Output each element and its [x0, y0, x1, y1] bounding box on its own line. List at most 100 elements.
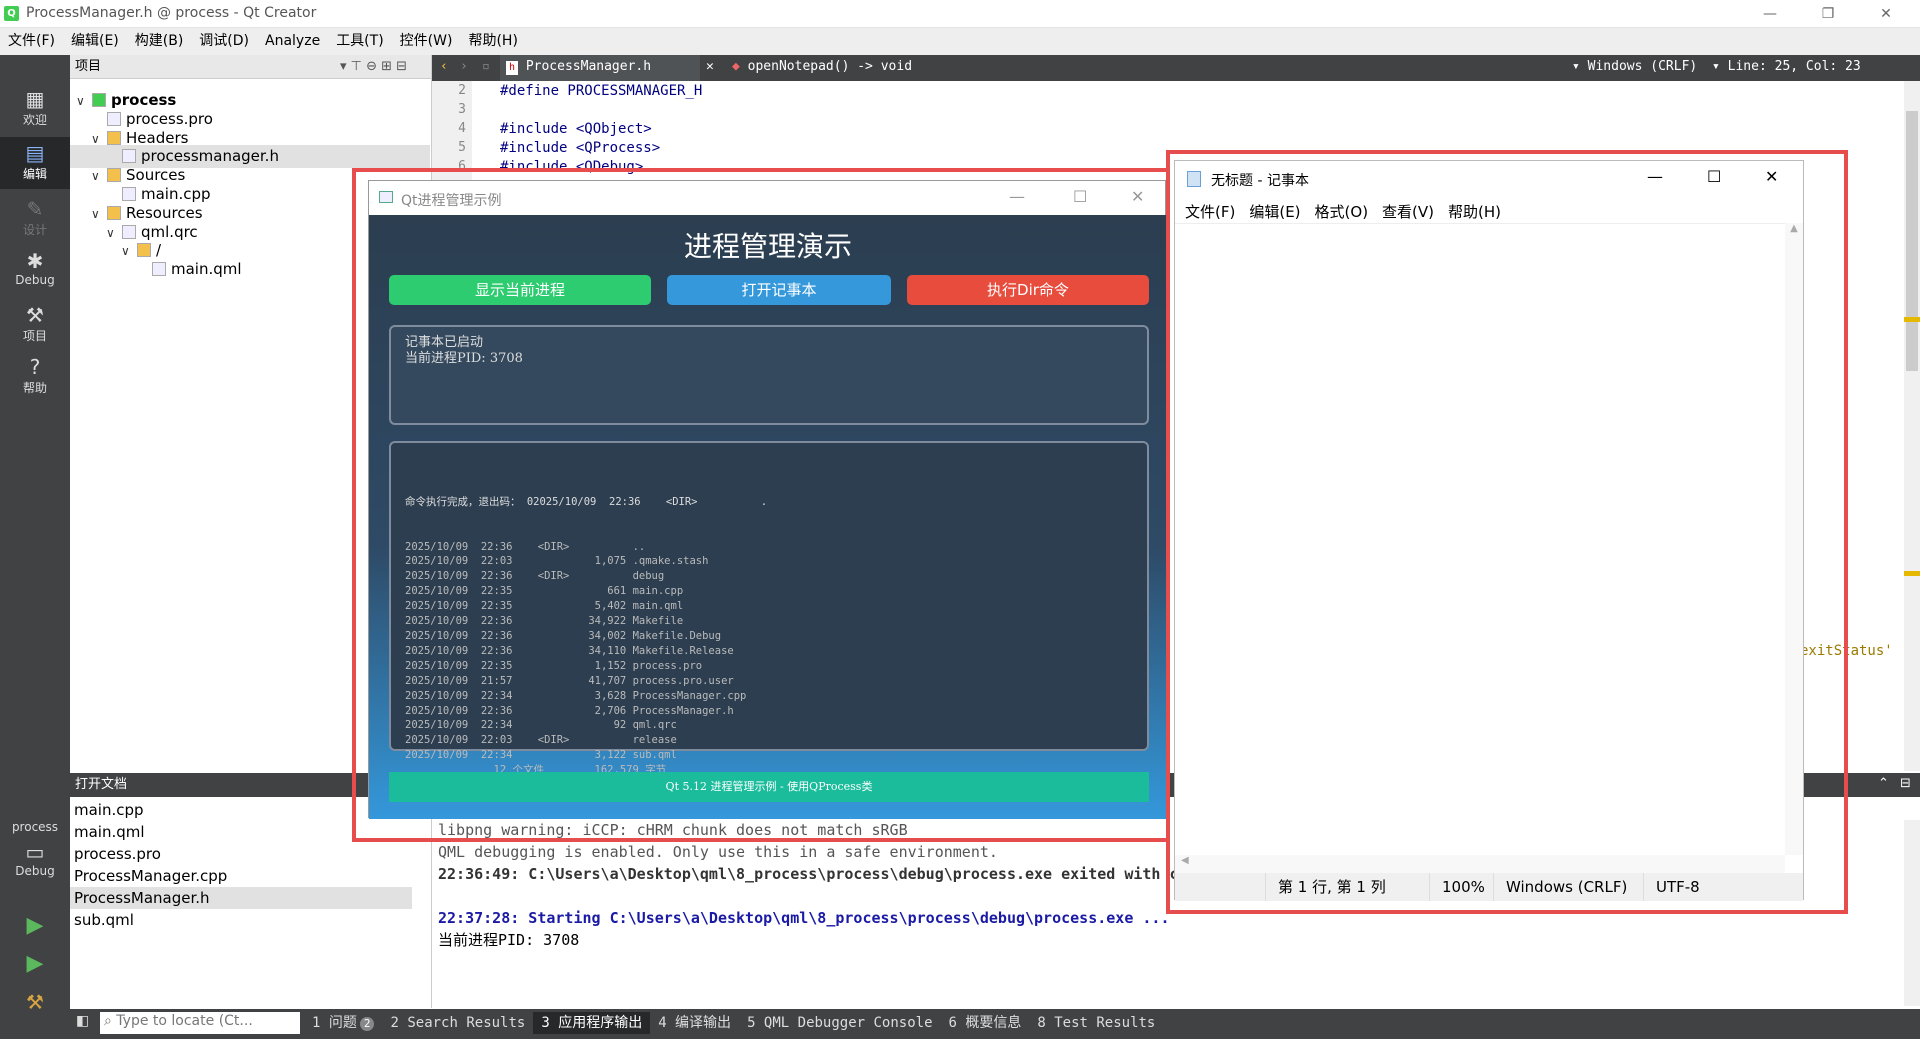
command-output-line: 2025/10/09 22:35 5,402 main.qml [405, 600, 684, 613]
cursor-line-col: 第 1 行, 第 1 列 [1265, 873, 1429, 901]
play-icon: ▶ [26, 913, 44, 938]
menu-tools[interactable]: 工具(T) [328, 28, 391, 55]
qt-app-footer: Qt 5.12 进程管理示例 - 使用QProcess类 [389, 772, 1149, 802]
pro-file-icon [107, 111, 121, 126]
output-tab[interactable]: 2 Search Results [382, 1012, 533, 1034]
project-pane-header: 项目 ▾ ⊤ ⊖ ⊞ ⊟ [70, 55, 431, 79]
function-selector[interactable]: ◆ openNotepad() -> void [732, 59, 912, 74]
close-button[interactable]: ✕ [1862, 0, 1910, 28]
scroll-thumb[interactable] [1906, 111, 1918, 371]
qt-creator-logo-icon: Q [4, 6, 19, 21]
notepad-window: 无标题 - 记事本 — ☐ ✕ 文件(F) 编辑(E) 格式(O) 查看(V) 帮助(H… [1174, 160, 1804, 901]
line-number: 3 [458, 102, 466, 117]
qt-app-maximize-button[interactable]: ☐ [1073, 187, 1087, 206]
mode-design[interactable]: ✎ 设计 [0, 197, 70, 247]
open-doc-item[interactable]: ProcessManager.h [70, 887, 412, 909]
command-output-line: 2025/10/09 22:36 <DIR> debug [405, 570, 665, 583]
open-doc-item[interactable]: sub.qml [70, 909, 431, 931]
file-tab[interactable]: h ProcessManager.h [500, 55, 700, 81]
kit-name: process [11, 820, 59, 834]
qt-project-icon [92, 93, 106, 107]
menu-file[interactable]: 文件(F) [0, 28, 63, 55]
maximize-output-icon[interactable]: ⌃ [1878, 776, 1889, 791]
output-tab[interactable]: 8 Test Results [1029, 1012, 1163, 1034]
mode-bar: ▦ 欢迎 ▤ 编辑 ✎ 设计 ✱ Debug ⚒ 项目 ? 帮助 process ▭ Debu… [0, 55, 70, 1014]
nav-forward-icon[interactable]: › [460, 59, 468, 74]
output-tab[interactable]: 3 应用程序输出 [533, 1012, 651, 1034]
command-output-line: 2025/10/09 22:36 34,922 Makefile [405, 615, 684, 628]
debug-run-button[interactable]: ▶ [0, 951, 70, 985]
notepad-menu-format[interactable]: 格式(O) [1315, 201, 1369, 222]
open-doc-item[interactable]: ProcessManager.cpp [70, 865, 431, 887]
toggle-sidebar-icon[interactable]: ◧ [76, 1013, 89, 1029]
qt-app-titlebar: Qt进程管理示例 — ☐ ✕ [369, 181, 1165, 215]
locate-input[interactable]: ⌕ Type to locate (Ct... [100, 1012, 300, 1034]
tree-item-label: / [156, 241, 162, 260]
notepad-text-area[interactable] [1175, 223, 1785, 855]
notepad-close-button[interactable]: ✕ [1765, 167, 1778, 186]
code-line: #define PROCESSMANAGER_H [500, 83, 703, 99]
notepad-menu-file[interactable]: 文件(F) [1185, 201, 1235, 222]
run-dir-button[interactable]: 执行Dir命令 [907, 275, 1149, 305]
menu-help[interactable]: 帮助(H) [460, 28, 525, 55]
folder-icon [107, 205, 121, 220]
output-tabs: 1 问题 2 2 Search Results 3 应用程序输出 4 编译输出 5 QML… [304, 1012, 1163, 1034]
notepad-menu-edit[interactable]: 编辑(E) [1249, 201, 1300, 222]
mode-help[interactable]: ? 帮助 [0, 355, 70, 405]
status-text-area: 记事本已启动 当前进程PID: 3708 [389, 325, 1149, 425]
restore-button[interactable]: ❐ [1804, 0, 1852, 28]
folder-icon [137, 243, 151, 258]
code-line: #include <QObject> [500, 121, 652, 137]
mode-welcome[interactable]: ▦ 欢迎 [0, 87, 70, 137]
output-tab[interactable]: 6 概要信息 [941, 1012, 1030, 1034]
command-output-line: 2025/10/09 22:34 3,628 ProcessManager.cp… [405, 689, 747, 702]
run-button[interactable]: ▶ [0, 913, 70, 947]
command-output-line: 2025/10/09 22:36 34,002 Makefile.Debug [405, 629, 722, 642]
notepad-minimize-button[interactable]: — [1647, 167, 1663, 186]
function-icon: ◆ [732, 59, 740, 74]
code-editor[interactable]: #define PROCESSMANAGER_H #include <QObjec… [500, 82, 1160, 178]
open-doc-item[interactable]: process.pro [70, 843, 431, 865]
notepad-menu-view[interactable]: 查看(V) [1382, 201, 1434, 222]
editor-scrollbar[interactable] [1904, 81, 1920, 771]
mode-debug[interactable]: ✱ Debug [0, 249, 70, 299]
qt-app-heading: 进程管理演示 [683, 230, 852, 263]
menu-edit[interactable]: 编辑(E) [63, 28, 127, 55]
output-tab[interactable]: 5 QML Debugger Console [739, 1012, 940, 1034]
mode-edit[interactable]: ▤ 编辑 [0, 137, 70, 189]
pencil-icon: ✎ [26, 197, 44, 221]
menu-analyze[interactable]: Analyze [257, 28, 328, 55]
qt-app-title: Qt进程管理示例 [401, 193, 502, 209]
menu-controls[interactable]: 控件(W) [392, 28, 461, 55]
kit-selector[interactable]: ▭ Debug [0, 840, 70, 890]
filter-icon[interactable]: ▾ ⊤ ⊖ ⊞ ⊟ [340, 55, 407, 79]
qrc-file-icon [122, 224, 136, 239]
close-document-icon[interactable]: ✕ [706, 59, 714, 74]
mode-projects[interactable]: ⚒ 项目 [0, 303, 70, 353]
notepad-maximize-button[interactable]: ☐ [1707, 167, 1721, 186]
output-tab[interactable]: 1 问题 2 [304, 1012, 382, 1034]
cursor-position[interactable]: ▾ Line: 25, Col: 23 [1712, 59, 1861, 74]
encoding-selector[interactable]: ▾ Windows (CRLF) [1572, 59, 1697, 74]
notepad-vscrollbar[interactable]: ▲ [1785, 223, 1803, 855]
tree-item-label: Sources [126, 166, 186, 185]
qt-app-minimize-button[interactable]: — [1009, 187, 1025, 206]
show-process-button[interactable]: 显示当前进程 [389, 275, 651, 305]
minimize-button[interactable]: — [1746, 0, 1794, 28]
tree-item-label: qml.qrc [141, 222, 198, 241]
tree-item-label: main.qml [171, 260, 242, 279]
notepad-menu-help[interactable]: 帮助(H) [1448, 201, 1501, 222]
output-scrollbar[interactable] [1904, 820, 1920, 1006]
qt-app-content: 进程管理演示 显示当前进程 打开记事本 执行Dir命令 记事本已启动 当前进程P… [369, 215, 1167, 819]
menu-build[interactable]: 构建(B) [127, 28, 192, 55]
close-output-icon[interactable]: ⊟ [1900, 776, 1911, 791]
open-notepad-button[interactable]: 打开记事本 [667, 275, 891, 305]
output-tab-label: 1 问题 [312, 1015, 357, 1031]
qt-app-close-button[interactable]: ✕ [1131, 187, 1144, 206]
output-tab[interactable]: 4 编译输出 [650, 1012, 739, 1034]
output-tab-label: 5 QML Debugger Console [747, 1015, 933, 1031]
output-line: 当前进程PID: 3708 [438, 931, 580, 949]
menu-debug[interactable]: 调试(D) [191, 28, 257, 55]
nav-back-icon[interactable]: ‹ [440, 59, 448, 74]
notepad-hscrollbar[interactable]: ◀ [1175, 855, 1785, 873]
